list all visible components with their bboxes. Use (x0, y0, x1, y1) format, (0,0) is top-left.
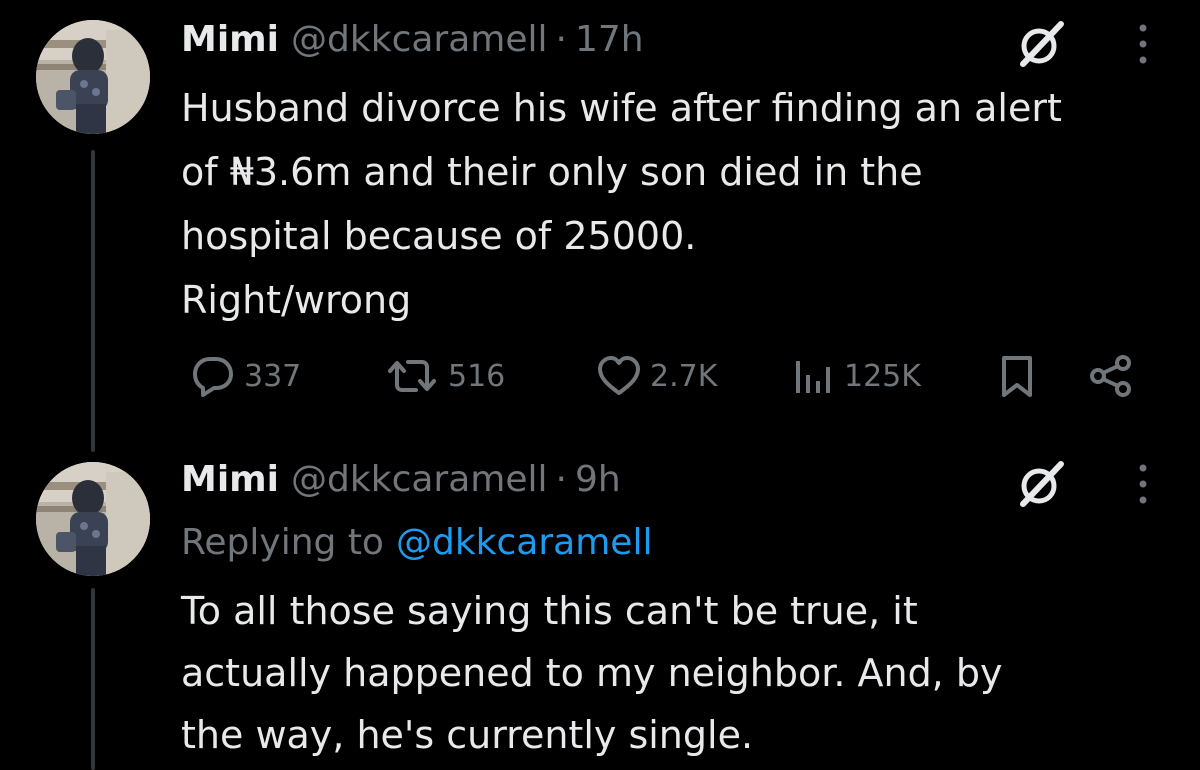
avatar[interactable] (36, 462, 150, 576)
reply-button[interactable]: 337 (190, 346, 301, 406)
reply-icon (193, 357, 233, 397)
share-icon (1090, 355, 1131, 397)
tweet-header: Mimi @dkkcaramell · 17h (181, 18, 644, 62)
replying-prefix: Replying to (181, 522, 384, 563)
views-count: 125K (844, 358, 921, 394)
tweet-header: Mimi @dkkcaramell · 9h (181, 458, 621, 502)
tweet-text: Husband divorce his wife after finding a… (181, 86, 1062, 322)
repost-button[interactable]: 516 (384, 346, 505, 406)
repost-icon (388, 360, 436, 392)
thread-line (91, 150, 95, 452)
heart-icon (598, 356, 640, 395)
separator-dot: · (555, 459, 567, 500)
share-button[interactable] (1086, 346, 1136, 406)
more-icon[interactable] (1131, 20, 1155, 68)
replying-to: Replying to @dkkcaramell (181, 520, 652, 566)
display-name[interactable]: Mimi (181, 458, 279, 502)
more-icon[interactable] (1131, 460, 1155, 508)
timestamp[interactable]: 9h (575, 458, 621, 502)
separator-dot: · (555, 19, 567, 60)
bookmark-button[interactable] (994, 346, 1040, 406)
bookmark-icon (1002, 356, 1032, 397)
like-button[interactable]: 2.7K (596, 346, 717, 406)
timestamp[interactable]: 17h (575, 18, 644, 62)
repost-count: 516 (448, 358, 506, 394)
tweet-actions: 337 516 2.7K 125K (190, 346, 1150, 406)
username[interactable]: @dkkcaramell (291, 458, 547, 502)
tweet-text: To all those saying this can't be true, … (181, 589, 1003, 757)
avatar[interactable] (36, 20, 150, 134)
like-count: 2.7K (650, 358, 718, 394)
views-icon (796, 361, 830, 393)
username[interactable]: @dkkcaramell (291, 18, 547, 62)
views-button[interactable]: 125K (790, 346, 921, 406)
mention-link[interactable]: @dkkcaramell (396, 522, 652, 563)
grok-icon[interactable] (1015, 458, 1067, 510)
display-name[interactable]: Mimi (181, 18, 279, 62)
grok-icon[interactable] (1015, 18, 1067, 70)
thread-line (91, 588, 95, 770)
reply-count: 337 (244, 358, 302, 394)
